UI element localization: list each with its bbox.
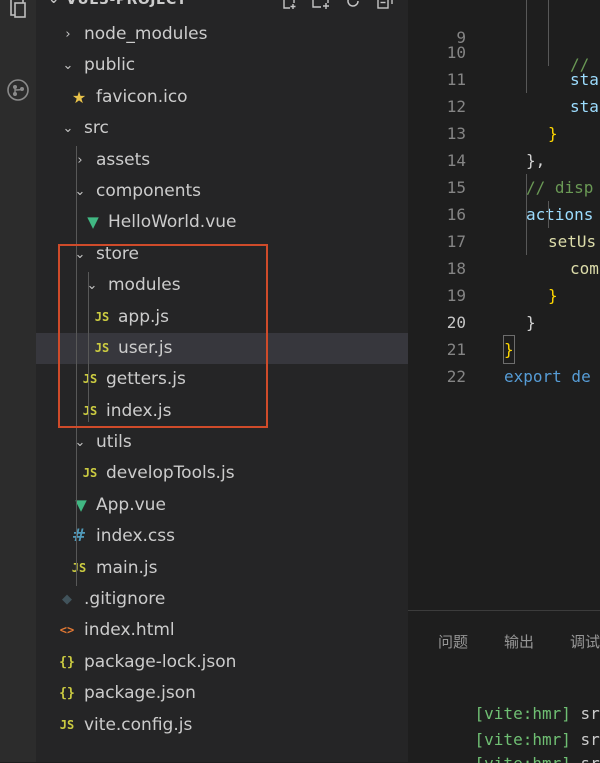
tab-problems[interactable]: 问题 [438, 631, 468, 652]
indent-guide [548, 0, 549, 66]
vue-icon: ▼ [75, 495, 87, 514]
explorer-icon[interactable] [0, 0, 36, 26]
code-text: // disp [526, 178, 594, 197]
indent-guide [526, 0, 527, 93]
html-icon: <> [59, 623, 75, 638]
tree-item-developtools-js[interactable]: JS developTools.js [36, 458, 408, 489]
tree-item-main-js[interactable]: JS main.js [36, 553, 408, 584]
code-line: 16 setUs [408, 174, 596, 251]
chevron-down-icon: ⌄ [74, 183, 86, 199]
tree-item-src[interactable]: ⌄ src [36, 113, 408, 144]
tree-item-index-css[interactable]: # index.css [36, 521, 408, 552]
code-text: sta [570, 70, 599, 89]
activity-bar [0, 0, 36, 762]
bottom-panel: 问题 输出 调试 [vite:hmr] src\Ap [vite:hmr] sr… [408, 610, 600, 763]
code-line: 22 [408, 336, 466, 386]
code-text: export de [504, 367, 591, 386]
code-text: } [548, 286, 558, 305]
chevron-right-icon: › [65, 27, 71, 42]
tree-item-package-json[interactable]: {} package.json [36, 678, 408, 709]
chevron-down-icon: ⌄ [74, 435, 86, 451]
code-line: 13 }, [408, 93, 546, 170]
tree-item-app-vue[interactable]: ▼ App.vue [36, 490, 408, 521]
code-line: 17 com [408, 201, 599, 278]
code-text: actions [526, 205, 594, 224]
tree-item-node-modules[interactable]: › node_modules [36, 19, 408, 50]
tree-item-label: .gitignore [84, 589, 166, 610]
json-icon: {} [59, 686, 75, 702]
tree-item-label: package-lock.json [84, 651, 237, 672]
refresh-icon[interactable] [344, 0, 362, 10]
tree-item-assets[interactable]: › assets [36, 145, 408, 176]
tab-debug[interactable]: 调试 [570, 631, 600, 652]
explorer-toolbar [280, 0, 394, 10]
js-icon: JS [71, 560, 87, 575]
chevron-down-icon: ⌄ [62, 58, 74, 74]
explorer-header: VUE3-PROJECT ⌄ [36, 0, 408, 14]
tree-item-favicon[interactable]: ★ favicon.ico [36, 82, 408, 113]
indent-guide [548, 201, 549, 228]
tree-item-label: App.vue [96, 494, 166, 515]
code-line: 19 } [408, 255, 536, 332]
code-text: setUs [548, 232, 597, 251]
code-text: } [526, 313, 536, 332]
tree-item-label: index.html [84, 620, 175, 641]
code-line: 11 sta [408, 39, 599, 116]
tree-item-helloworld-vue[interactable]: ▼ HelloWorld.vue [36, 207, 408, 238]
tree-item-package-lock-json[interactable]: {} package-lock.json [36, 647, 408, 678]
vue-icon: ▼ [87, 213, 99, 232]
code-text: } [548, 124, 558, 143]
tab-output[interactable]: 输出 [504, 631, 534, 652]
tree-item-label: vite.config.js [84, 714, 193, 735]
source-control-icon[interactable] [0, 72, 36, 108]
tree-item-label: assets [96, 149, 151, 170]
terminal-line: [vite:hmr] src\Ap [436, 735, 600, 763]
new-file-icon[interactable] [280, 0, 298, 10]
collapse-all-icon[interactable] [376, 0, 394, 10]
code-line: 12 } [408, 66, 558, 143]
code-line: 14 // disp [408, 120, 594, 197]
tree-item-label: main.js [96, 557, 158, 578]
code-text: com [570, 259, 599, 278]
js-icon: JS [59, 717, 75, 732]
tree-item-label: favicon.ico [96, 86, 188, 107]
tree-item-label: src [84, 118, 109, 139]
code-editor[interactable]: 9 // 10 sta 11 sta 12 } 13 }, 14 // disp… [408, 0, 600, 610]
chevron-down-icon: ⌄ [62, 121, 74, 137]
code-line: 21 export de [408, 309, 591, 386]
indent-guide [526, 174, 527, 255]
tree-item-label: developTools.js [106, 463, 235, 484]
tree-item-vite-config-js[interactable]: JS vite.config.js [36, 710, 408, 741]
tree-item-index-html[interactable]: <> index.html [36, 615, 408, 646]
tree-item-label: package.json [84, 683, 196, 704]
js-icon: JS [82, 466, 98, 481]
tree-item-label: components [96, 180, 202, 201]
tree-item-gitignore[interactable]: ◆ .gitignore [36, 584, 408, 615]
tree-item-components[interactable]: ⌄ components [36, 176, 408, 207]
new-folder-icon[interactable] [312, 0, 330, 10]
highlight-box [58, 244, 268, 428]
code-line: 18 } [408, 228, 558, 305]
tree-item-label: node_modules [84, 24, 208, 44]
line-number: 22 [446, 367, 466, 386]
tree-item-label: public [84, 55, 136, 76]
tree-item-utils[interactable]: ⌄ utils [36, 427, 408, 458]
code-line: 20 } [408, 282, 515, 364]
git-icon: ◆ [62, 592, 72, 608]
tree-item-label: utils [96, 432, 132, 453]
star-icon: ★ [71, 87, 87, 107]
tree-item-label: HelloWorld.vue [108, 212, 237, 233]
tree-item-label: index.css [96, 526, 175, 547]
code-text: sta [570, 97, 599, 116]
code-text: } [503, 335, 515, 364]
chevron-right-icon: › [77, 152, 83, 168]
code-line: 15 actions [408, 147, 594, 224]
css-icon: # [71, 526, 87, 547]
code-line: 10 sta [408, 12, 599, 89]
tree-item-public[interactable]: ⌄ public [36, 50, 408, 81]
code-text: }, [526, 151, 546, 170]
json-icon: {} [59, 654, 75, 670]
project-title[interactable]: VUE3-PROJECT ⌄ [48, 0, 187, 8]
